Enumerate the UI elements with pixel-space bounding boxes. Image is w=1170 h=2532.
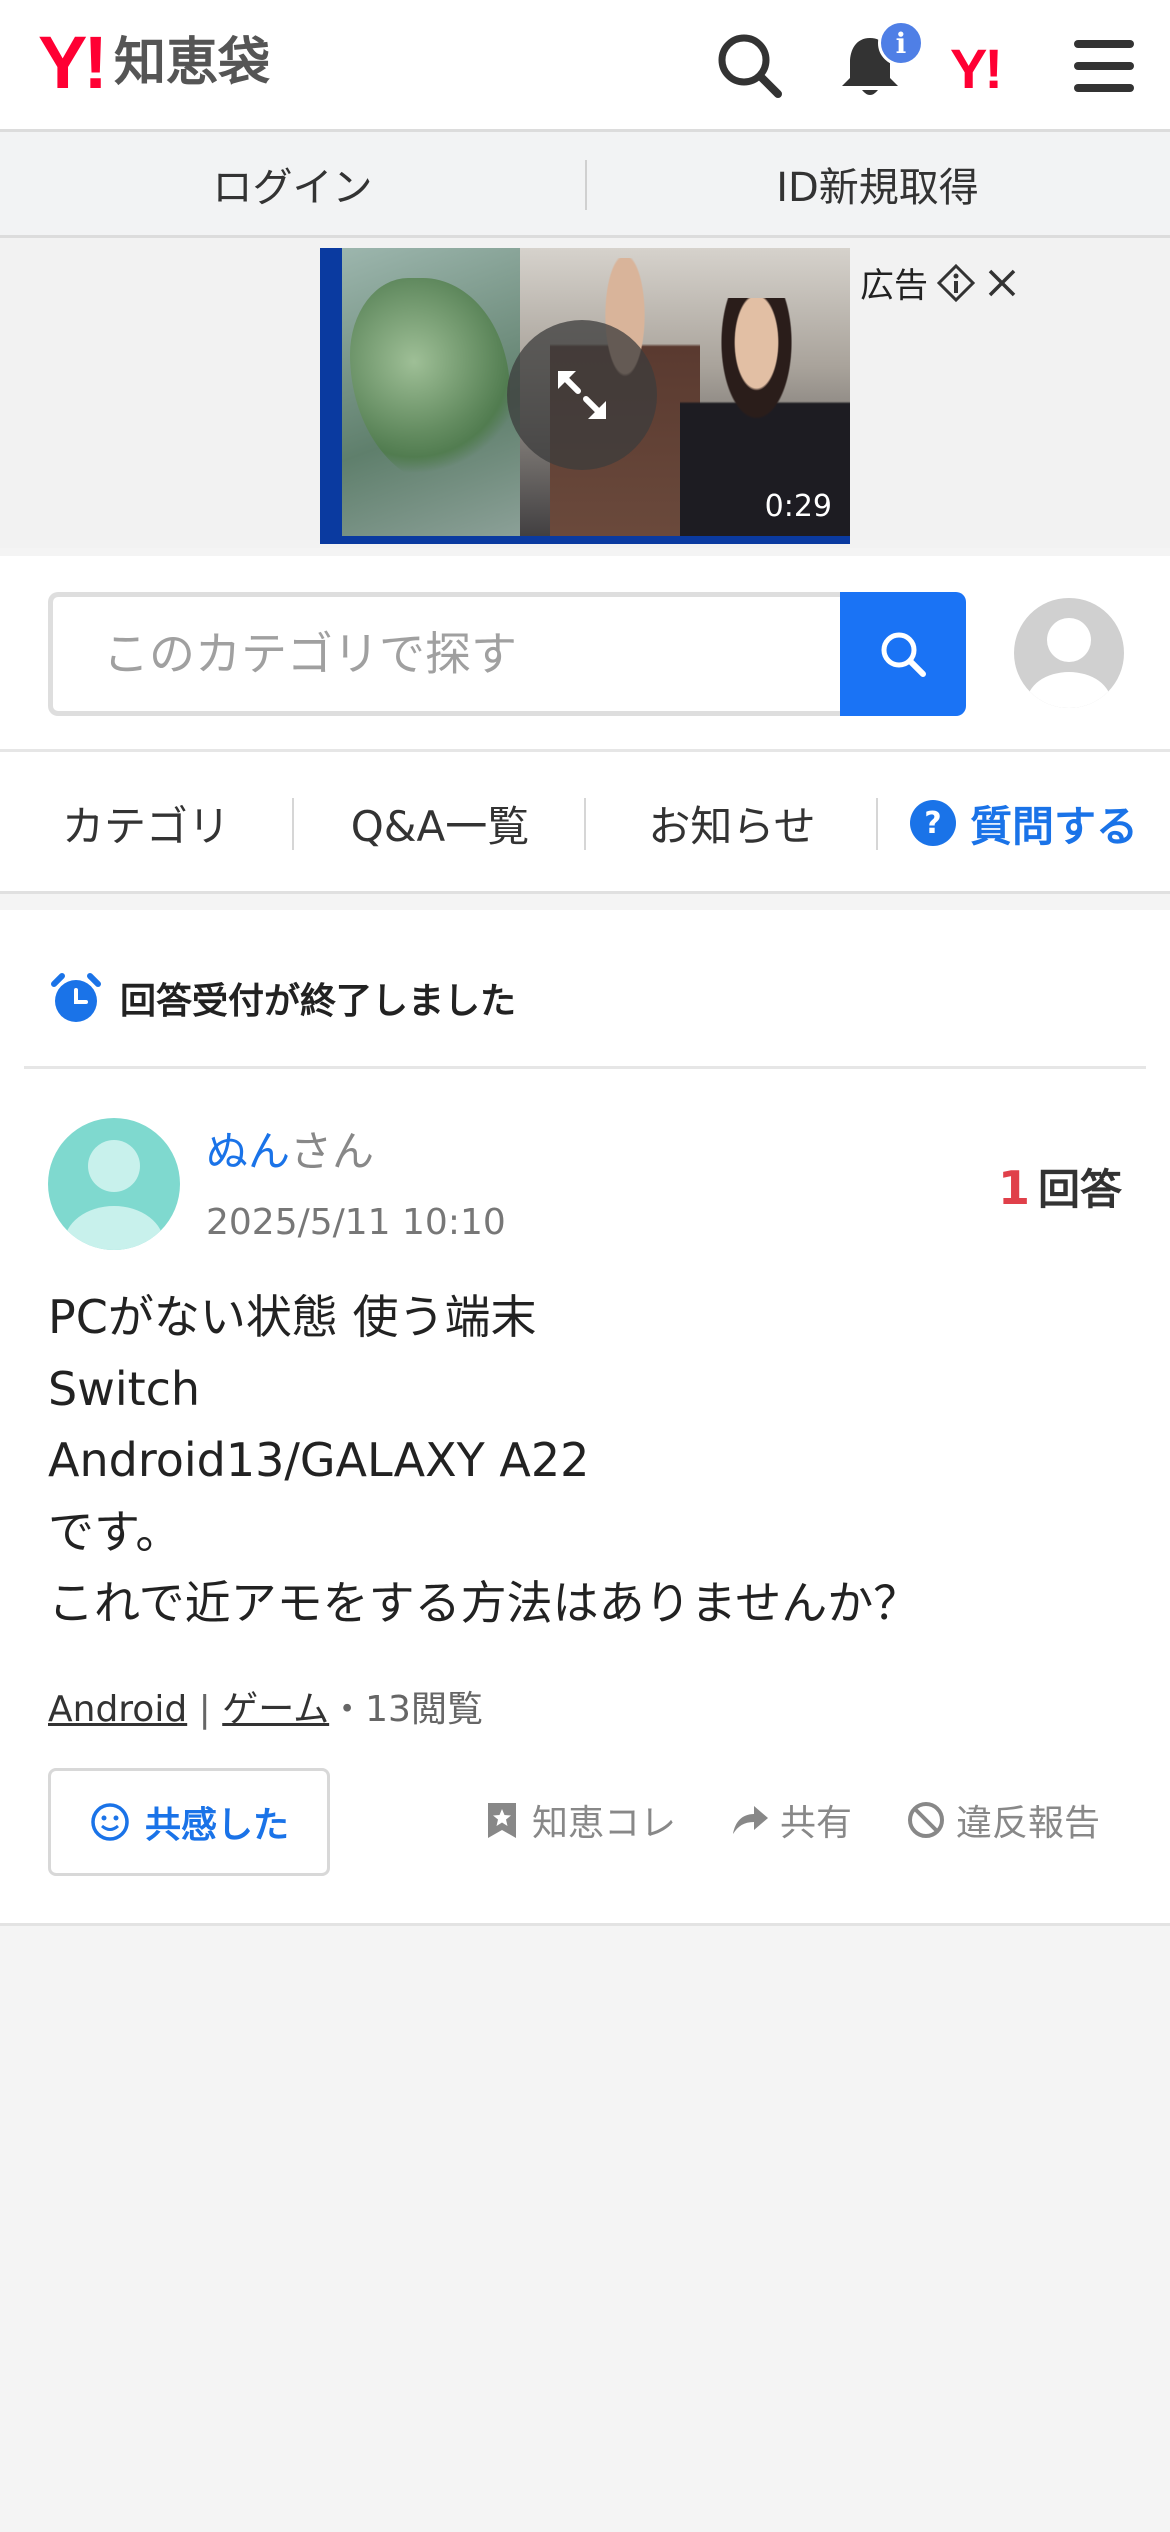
search-input[interactable]: このカテゴリで探す bbox=[48, 592, 842, 716]
collect-button[interactable]: 知恵コレ bbox=[482, 1794, 676, 1846]
body-line: PCがない状態 使う端末 bbox=[48, 1290, 537, 1344]
nav-news[interactable]: お知らせ bbox=[586, 752, 878, 894]
menu-icon[interactable] bbox=[1068, 30, 1140, 102]
search-icon[interactable] bbox=[714, 30, 786, 102]
questioner-name[interactable]: ぬんさん bbox=[206, 1118, 374, 1179]
yahoo-top-link[interactable]: Y! bbox=[950, 36, 1003, 101]
search-icon bbox=[881, 632, 926, 677]
search-area: このカテゴリで探す bbox=[0, 556, 1170, 752]
auth-bar: ログイン ID新規取得 bbox=[0, 132, 1170, 238]
nav-qa-list[interactable]: Q&A一覧 bbox=[294, 752, 586, 894]
question-card: 回答受付が終了しました ぬんさん 2025/5/11 10:10 1 回答 PCが… bbox=[0, 910, 1170, 1926]
tag-separator: | bbox=[198, 1689, 211, 1730]
bookmark-star-icon bbox=[488, 1803, 516, 1838]
category-nav: カテゴリ Q&A一覧 お知らせ ? 質問する bbox=[0, 752, 1170, 894]
ad-label-group: 広告 bbox=[860, 258, 1020, 307]
ad-close-icon[interactable] bbox=[984, 265, 1020, 301]
expand-video-button[interactable] bbox=[507, 320, 657, 470]
view-count: ・13閲覧 bbox=[329, 1689, 483, 1730]
body-line: です。 bbox=[48, 1504, 182, 1559]
smile-icon bbox=[91, 1803, 129, 1841]
card-divider bbox=[24, 1066, 1146, 1069]
body-line: Switch bbox=[48, 1361, 201, 1416]
video-progress bbox=[320, 536, 850, 544]
user-suffix: さん bbox=[290, 1127, 375, 1176]
question-mark-icon: ? bbox=[909, 800, 956, 846]
answer-count-link[interactable]: 1 回答 bbox=[998, 1156, 1122, 1217]
notification-badge: i bbox=[878, 20, 924, 66]
share-button[interactable]: 共有 bbox=[730, 1794, 852, 1846]
post-date: 2025/5/11 10:10 bbox=[206, 1202, 506, 1243]
top-header: Y! 知恵袋 i Y! bbox=[0, 0, 1170, 132]
alarm-clock-icon bbox=[51, 973, 101, 1022]
body-line: これで近アモをする方法はありませんか？ bbox=[48, 1576, 920, 1630]
share-label: 共有 bbox=[780, 1803, 853, 1844]
question-body: PCがない状態 使う端末 Switch Android13/GALAXY A22… bbox=[48, 1282, 1128, 1640]
login-link[interactable]: ログイン bbox=[0, 155, 585, 213]
closed-notice-text: 回答受付が終了しました bbox=[120, 981, 517, 1022]
signup-link[interactable]: ID新規取得 bbox=[585, 155, 1170, 213]
chiebukuro-logo[interactable]: Y! 知恵袋 bbox=[38, 21, 271, 104]
closed-notice: 回答受付が終了しました bbox=[48, 970, 516, 1026]
logo-text: 知恵袋 bbox=[114, 33, 271, 93]
tag-game[interactable]: ゲーム bbox=[222, 1689, 329, 1730]
user-name: ぬん bbox=[206, 1127, 291, 1176]
empathy-button[interactable]: 共感した bbox=[48, 1768, 330, 1876]
ad-label: 広告 bbox=[860, 266, 928, 306]
collect-label: 知恵コレ bbox=[532, 1803, 677, 1844]
user-silhouette-icon bbox=[1027, 618, 1111, 708]
yahoo-logo-mark: Y! bbox=[38, 21, 108, 104]
video-edge bbox=[320, 248, 342, 544]
expand-icon bbox=[558, 371, 606, 419]
ad-video[interactable]: 0:29 bbox=[320, 248, 850, 544]
video-time: 0:29 bbox=[764, 489, 832, 524]
ad-info-icon[interactable] bbox=[936, 263, 976, 303]
ad-banner: 0:29 広告 bbox=[0, 238, 1170, 548]
ask-label: 質問する bbox=[969, 801, 1138, 851]
body-line: Android13/GALAXY A22 bbox=[48, 1433, 590, 1487]
prohibited-icon bbox=[908, 1802, 944, 1838]
empathy-label: 共感した bbox=[144, 1805, 289, 1846]
tag-line: Android | ゲーム・13閲覧 bbox=[48, 1680, 483, 1732]
search-button[interactable] bbox=[840, 592, 966, 716]
my-avatar[interactable] bbox=[1014, 598, 1124, 708]
user-silhouette-icon bbox=[64, 1140, 164, 1250]
report-label: 違反報告 bbox=[956, 1803, 1101, 1844]
auth-divider bbox=[585, 160, 587, 210]
answer-label: 回答 bbox=[1037, 1165, 1122, 1214]
answer-count: 1 bbox=[997, 1161, 1030, 1215]
nav-category[interactable]: カテゴリ bbox=[0, 752, 292, 894]
share-arrow-icon bbox=[733, 1806, 768, 1834]
tag-android[interactable]: Android bbox=[48, 1689, 187, 1730]
questioner-avatar[interactable] bbox=[48, 1118, 180, 1250]
report-button[interactable]: 違反報告 bbox=[906, 1794, 1100, 1846]
nav-ask-question[interactable]: ? 質問する bbox=[878, 752, 1170, 894]
